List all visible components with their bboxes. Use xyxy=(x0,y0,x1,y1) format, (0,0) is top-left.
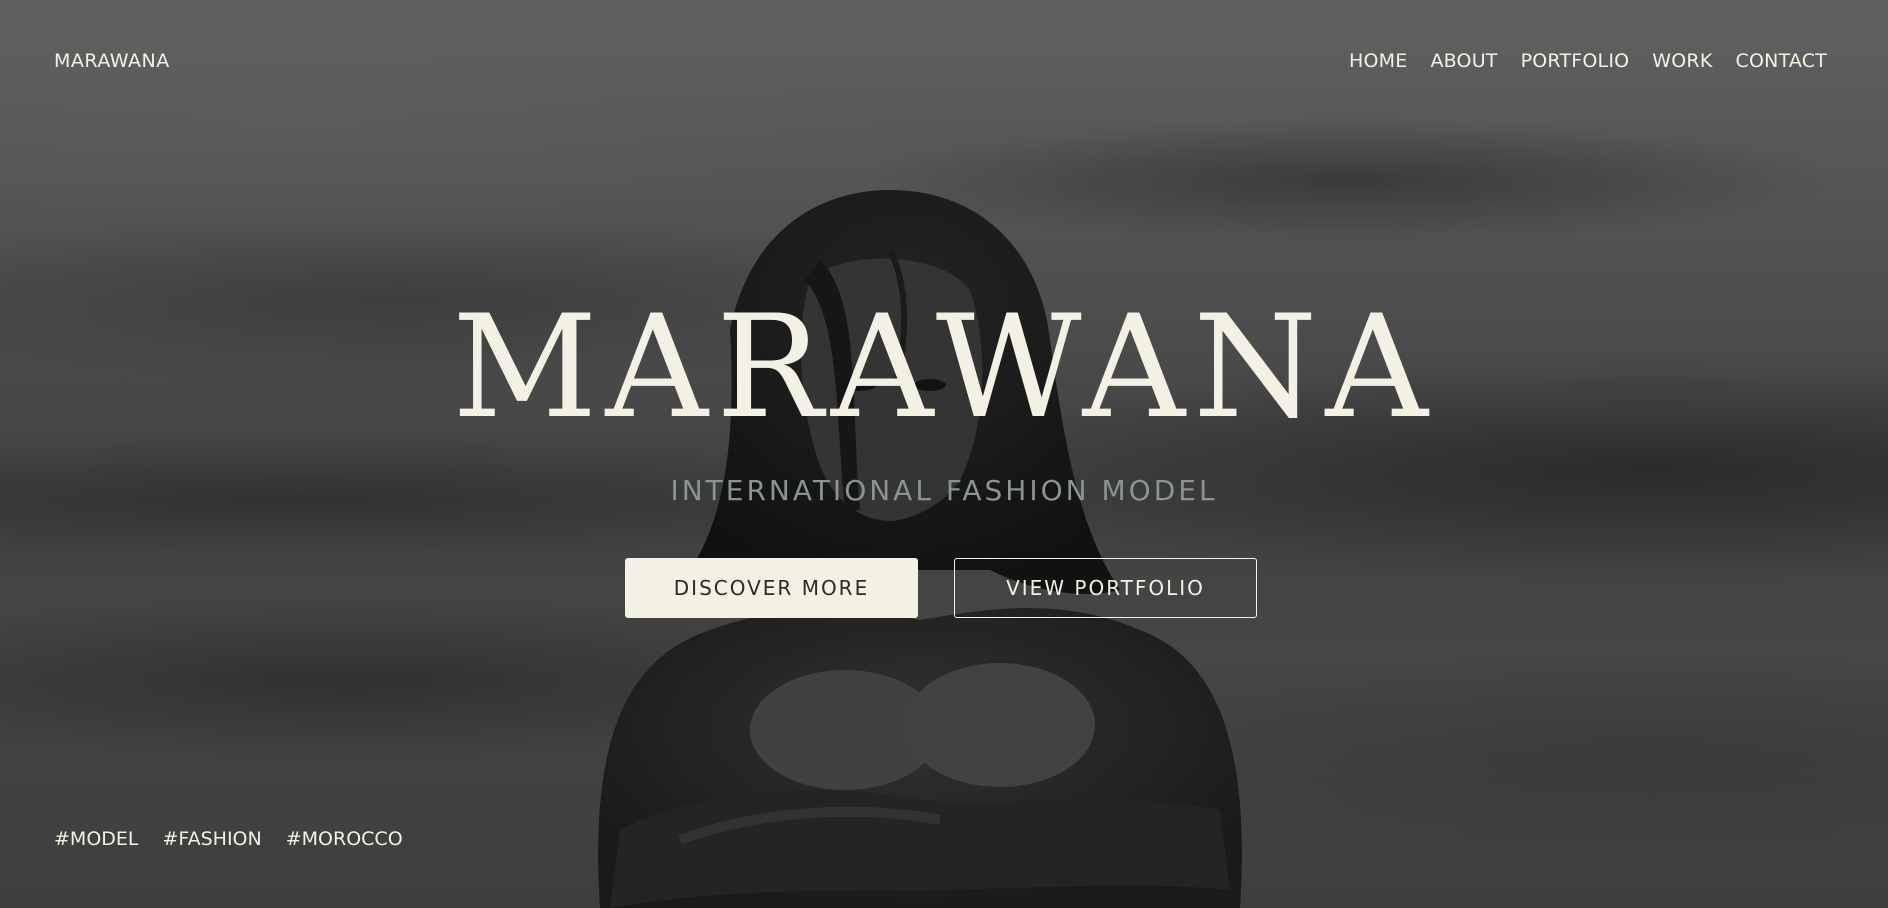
site-logo[interactable]: MARAWANA xyxy=(54,50,170,72)
hero-actions: DISCOVER MORE VIEW PORTFOLIO xyxy=(625,558,1257,618)
hero-title: MARAWANA xyxy=(452,285,1436,450)
tag-model[interactable]: #MODEL xyxy=(54,828,139,850)
nav-item-about[interactable]: ABOUT xyxy=(1430,50,1497,72)
hashtag-list: #MODEL #FASHION #MOROCCO xyxy=(54,828,403,850)
tag-fashion[interactable]: #FASHION xyxy=(163,828,262,850)
view-portfolio-button[interactable]: VIEW PORTFOLIO xyxy=(954,558,1257,618)
hero-subtitle: INTERNATIONAL FASHION MODEL xyxy=(670,474,1218,507)
nav-item-work[interactable]: WORK xyxy=(1652,50,1712,72)
landing-page: MARAWANA HOME ABOUT PORTFOLIO WORK CONTA… xyxy=(0,0,1888,908)
tag-morocco[interactable]: #MOROCCO xyxy=(286,828,403,850)
nav-item-home[interactable]: HOME xyxy=(1349,50,1407,72)
discover-more-button[interactable]: DISCOVER MORE xyxy=(625,558,918,618)
nav-item-portfolio[interactable]: PORTFOLIO xyxy=(1521,50,1630,72)
nav-item-contact[interactable]: CONTACT xyxy=(1735,50,1827,72)
main-navigation: HOME ABOUT PORTFOLIO WORK CONTACT xyxy=(1349,50,1827,72)
